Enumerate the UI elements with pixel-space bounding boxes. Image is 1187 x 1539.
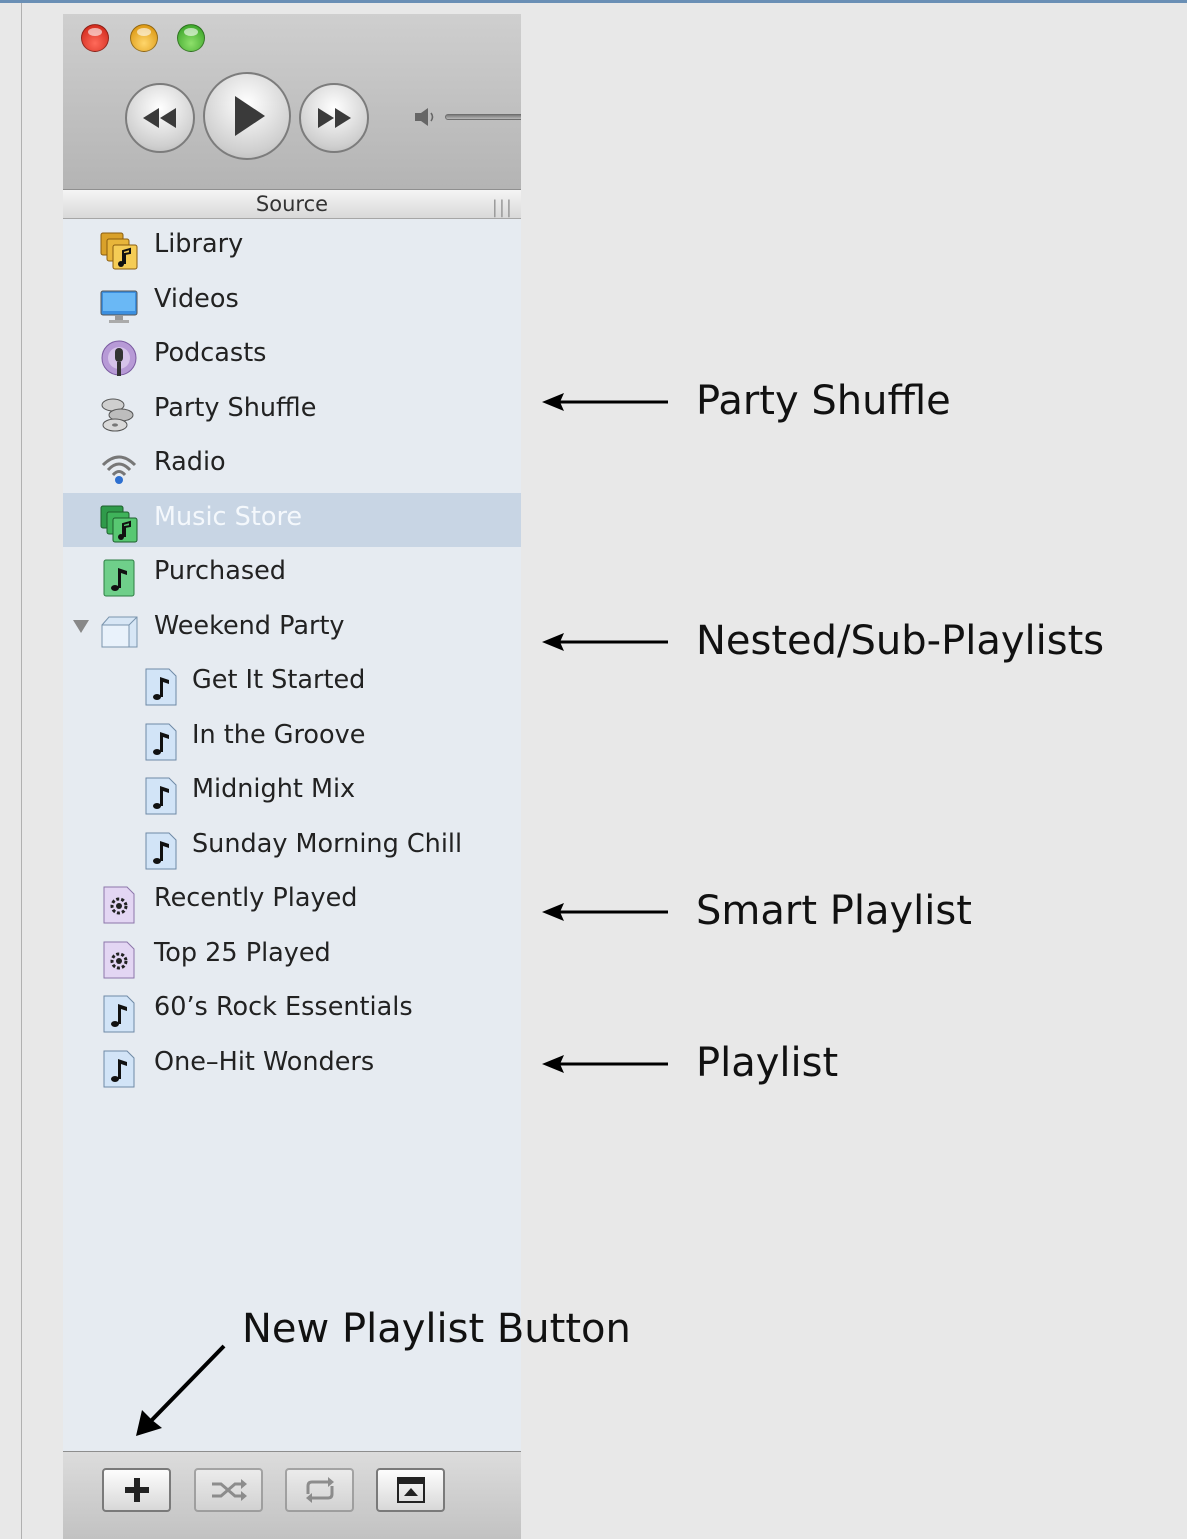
minimize-window-button[interactable] [130,24,158,52]
arrow-left-icon [542,903,668,921]
source-item-label: Sunday Morning Chill [192,828,463,859]
playlist-icon [145,777,177,815]
radio-icon [101,455,137,484]
next-track-button[interactable] [299,83,369,153]
source-item-music-store[interactable]: Music Store [63,492,521,547]
disclosure-triangle-icon[interactable] [70,615,92,637]
source-item-podcasts[interactable]: Podcasts [63,329,521,384]
source-header-label: Source [255,192,329,216]
source-item-label: In the Groove [192,719,366,750]
fast-forward-icon [318,108,351,128]
source-item-label: Recently Played [154,883,358,913]
source-item-label: Weekend Party [154,610,345,641]
source-column-header[interactable]: Source ||| [63,190,521,219]
new-playlist-button[interactable] [102,1468,171,1512]
shuffle-icon [211,1479,247,1501]
library-icon [100,232,138,270]
volume-slider[interactable] [445,114,521,120]
playlist-icon [103,995,135,1033]
source-item-purchased[interactable]: Purchased [63,547,521,602]
source-item-sunday-morning-chill[interactable]: Sunday Morning Chill [63,820,521,875]
top-border [0,0,1187,3]
annotation-party-shuffle: Party Shuffle [696,378,951,424]
arrow-left-icon [542,633,668,651]
source-item-label: Radio [154,447,226,477]
annotation-new-playlist-button: New Playlist Button [242,1306,631,1352]
repeat-icon [305,1477,334,1503]
play-button[interactable] [203,72,291,160]
party-shuffle-icon [101,398,134,431]
bottom-bar [63,1451,521,1539]
source-item-radio[interactable]: Radio [63,438,521,493]
podcasts-icon [101,340,137,376]
annotation-playlist: Playlist [696,1040,839,1086]
rewind-icon [143,108,176,128]
arrow-left-icon [542,393,668,411]
source-item-party-shuffle[interactable]: Party Shuffle [63,384,521,439]
source-item-library[interactable]: Library [63,220,521,275]
source-item-weekend-party-folder[interactable]: Weekend Party [63,602,521,657]
source-list: Library Videos Podcasts Party Shuffle Ra… [63,220,521,1092]
source-item-label: 60’s Rock Essentials [154,992,413,1022]
smart-playlist-icon [103,886,135,924]
shuffle-button[interactable] [194,1468,263,1512]
volume-control [413,106,521,128]
close-window-button[interactable] [81,24,109,52]
source-item-label: One–Hit Wonders [154,1046,375,1077]
arrow-down-left-icon [136,1344,226,1436]
playlist-icon [145,668,177,706]
playlist-icon [145,723,177,760]
toolbar [63,14,521,190]
source-item-top-25-played[interactable]: Top 25 Played [63,929,521,984]
source-item-label: Library [154,229,244,259]
speaker-icon [415,108,434,126]
artwork-icon [396,1477,425,1503]
source-item-in-the-groove[interactable]: In the Groove [63,711,521,766]
source-item-label: Purchased [154,556,286,586]
source-item-midnight-mix[interactable]: Midnight Mix [63,765,521,820]
folder-icon [101,616,138,647]
source-item-label: Videos [154,283,239,314]
playlist-icon [145,832,177,869]
repeat-button[interactable] [285,1468,354,1512]
source-item-60s-rock-essentials[interactable]: 60’s Rock Essentials [63,983,521,1038]
source-item-label: Music Store [154,501,303,532]
play-icon [235,96,265,136]
source-item-label: Podcasts [154,338,267,368]
playlist-icon [103,1050,135,1087]
smart-playlist-icon [103,941,135,978]
annotation-smart-playlist: Smart Playlist [696,888,972,934]
arrow-left-icon [542,1055,668,1073]
source-item-videos[interactable]: Videos [63,275,521,330]
source-item-one-hit-wonders[interactable]: One–Hit Wonders [63,1038,521,1093]
show-artwork-button[interactable] [376,1468,445,1512]
purchased-icon [103,559,135,597]
videos-icon [100,290,138,323]
source-item-label: Party Shuffle [154,392,317,423]
annotation-nested-playlists: Nested/Sub-Playlists [696,618,1105,664]
left-border [21,3,22,1539]
previous-track-button[interactable] [125,83,195,153]
source-item-get-it-started[interactable]: Get It Started [63,656,521,711]
source-item-label: Get It Started [192,665,366,695]
plus-icon [124,1478,149,1502]
source-item-label: Top 25 Played [154,937,331,968]
music-store-icon [100,505,138,542]
column-resize-grip[interactable]: ||| [492,194,513,222]
source-item-label: Midnight Mix [192,774,356,804]
zoom-window-button[interactable] [177,24,205,52]
source-item-recently-played[interactable]: Recently Played [63,874,521,929]
